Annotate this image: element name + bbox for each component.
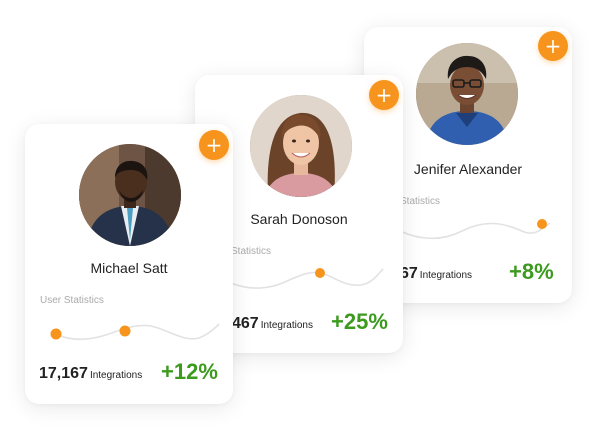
change-percent: +8% bbox=[509, 259, 554, 284]
sparkline-point bbox=[315, 268, 325, 278]
integrations-count: 467 Integrations bbox=[232, 315, 313, 333]
add-plus-icon[interactable]: + bbox=[369, 80, 399, 110]
profile-card-michael-satt: + Michael Satt User Statistics 17,167 Int… bbox=[25, 124, 233, 404]
integrations-count: 67 Integrations bbox=[400, 265, 472, 283]
stats-sparkline bbox=[400, 219, 551, 240]
sparkline-point bbox=[50, 328, 62, 340]
stats-label: Statistics bbox=[400, 196, 441, 207]
stats-label: User Statistics bbox=[40, 295, 104, 306]
avatar bbox=[416, 43, 518, 145]
integrations-value: 467 bbox=[232, 315, 259, 332]
integrations-label: Integrations bbox=[260, 320, 313, 331]
avatar bbox=[79, 144, 181, 246]
sparkline-point bbox=[537, 219, 547, 229]
integrations-value: 17,167 bbox=[39, 365, 88, 382]
change-percent: +12% bbox=[161, 359, 218, 384]
integrations-label: Integrations bbox=[419, 270, 473, 281]
profile-name: Michael Satt bbox=[90, 260, 168, 276]
change-percent: +25% bbox=[331, 309, 388, 334]
avatar bbox=[250, 95, 352, 197]
stats-sparkline bbox=[50, 323, 220, 341]
integrations-count: 17,167 Integrations bbox=[39, 365, 142, 383]
stats-sparkline bbox=[231, 268, 384, 289]
integrations-label: Integrations bbox=[89, 370, 143, 381]
sparkline-point bbox=[119, 325, 131, 337]
add-plus-icon[interactable]: + bbox=[199, 130, 229, 160]
add-plus-icon[interactable]: + bbox=[538, 31, 568, 61]
